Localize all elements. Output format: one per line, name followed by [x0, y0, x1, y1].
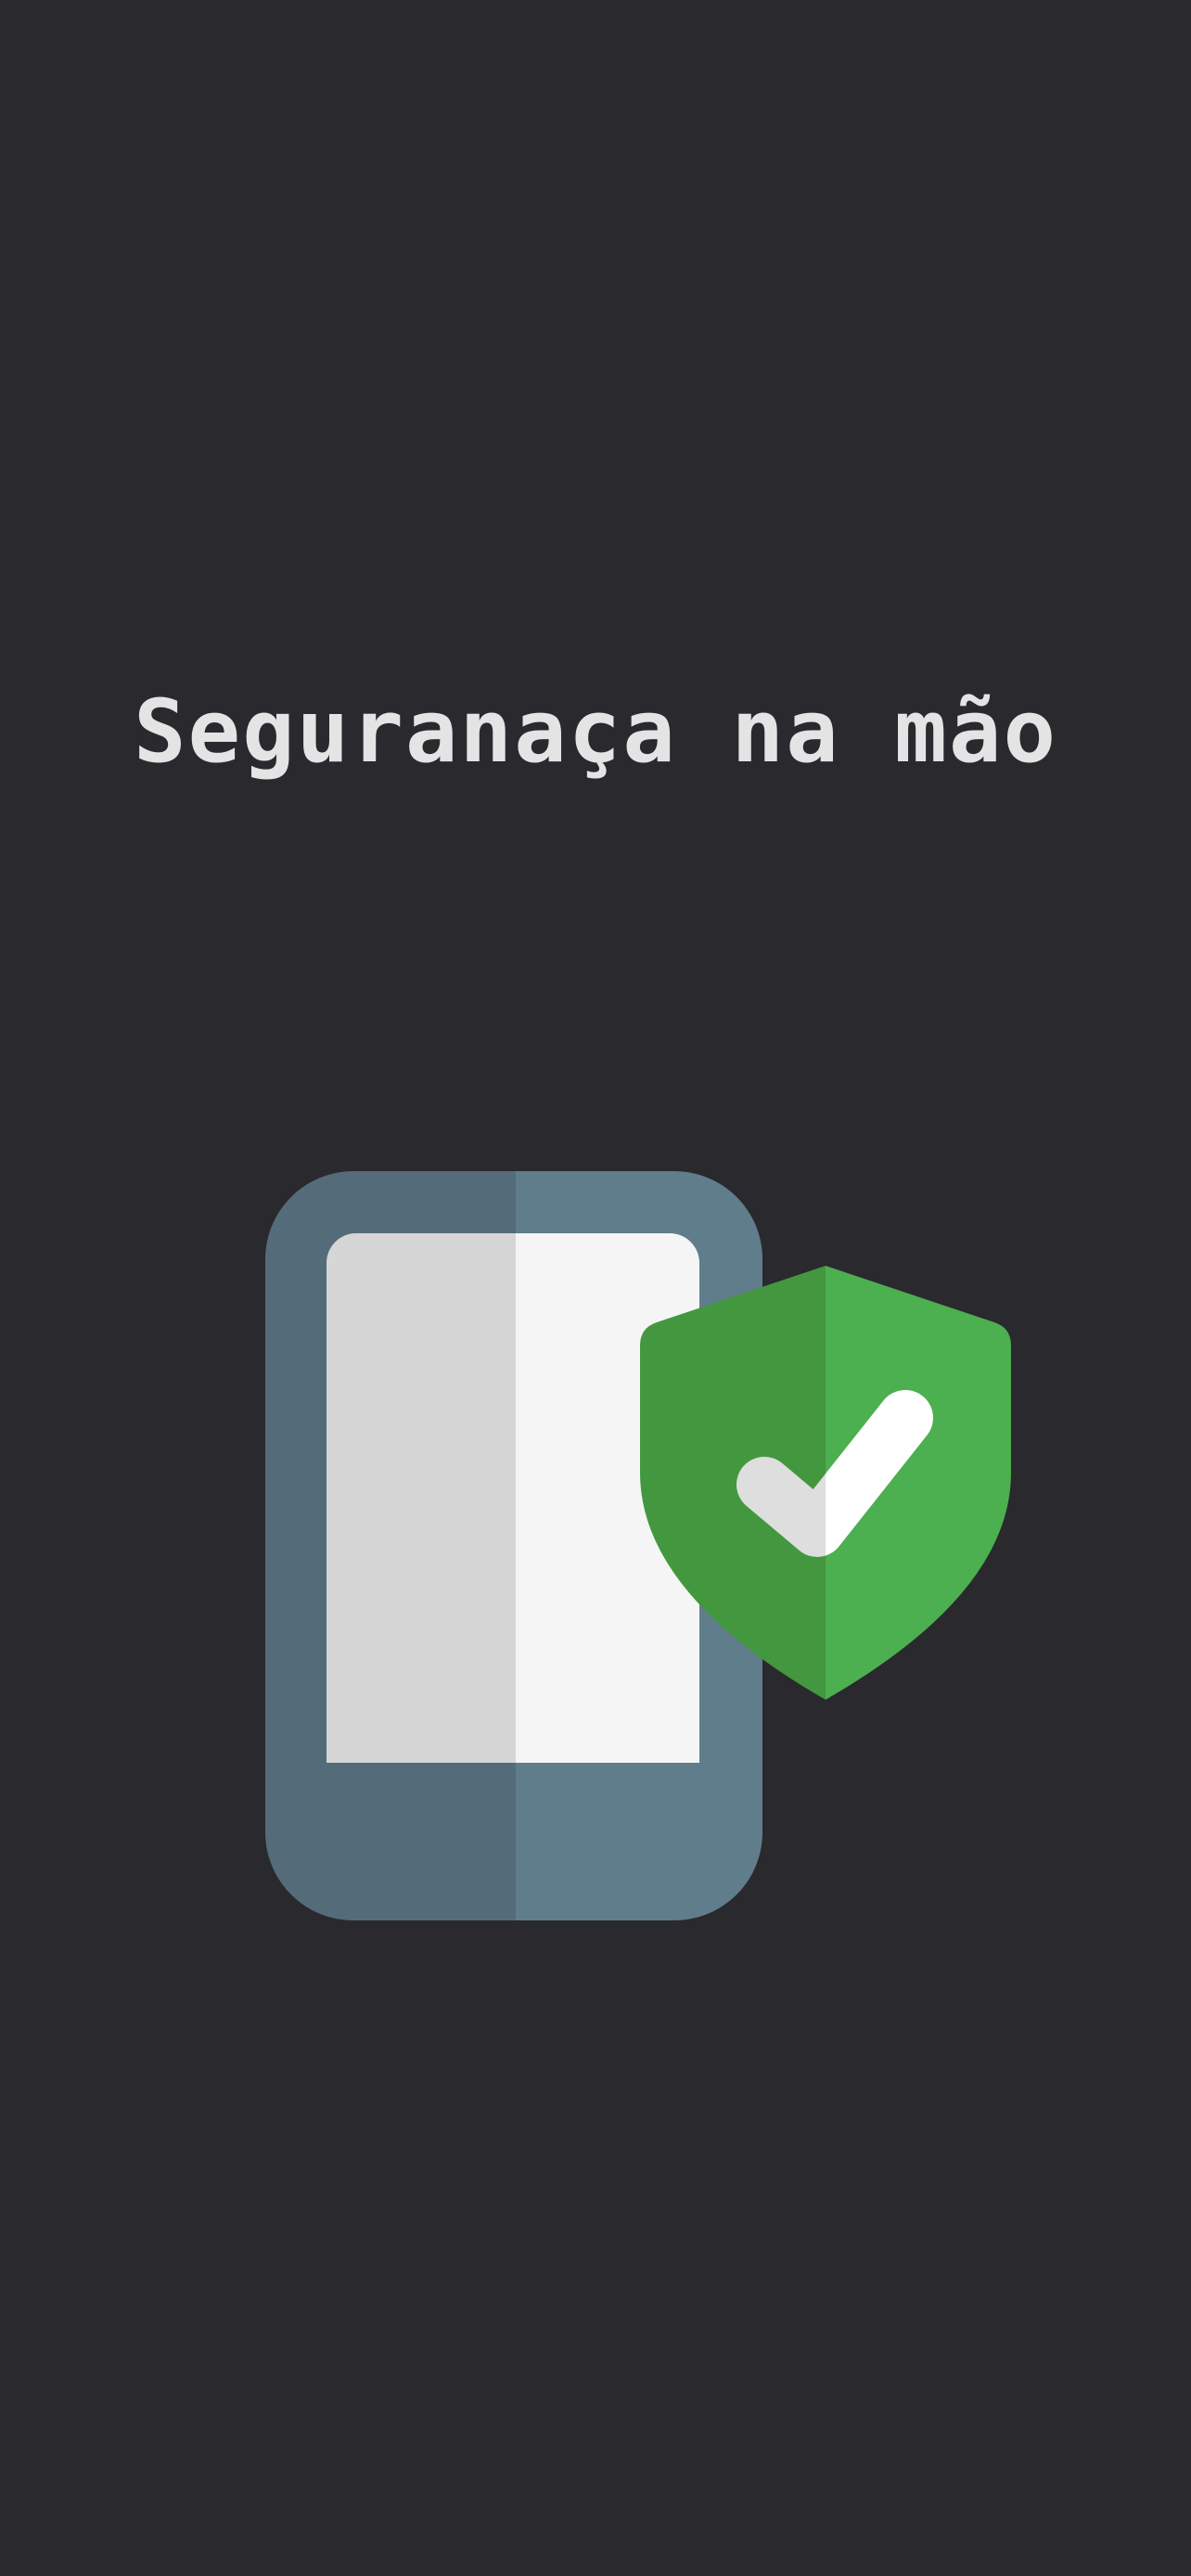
- security-illustration: [265, 1171, 1017, 1920]
- illustration-svg: [265, 1171, 1011, 1920]
- phone-screen-left-half: [327, 1233, 516, 1763]
- onboarding-screen: Seguranaça na mão: [0, 0, 1191, 2576]
- page-title: Seguranaça na mão: [133, 682, 1058, 783]
